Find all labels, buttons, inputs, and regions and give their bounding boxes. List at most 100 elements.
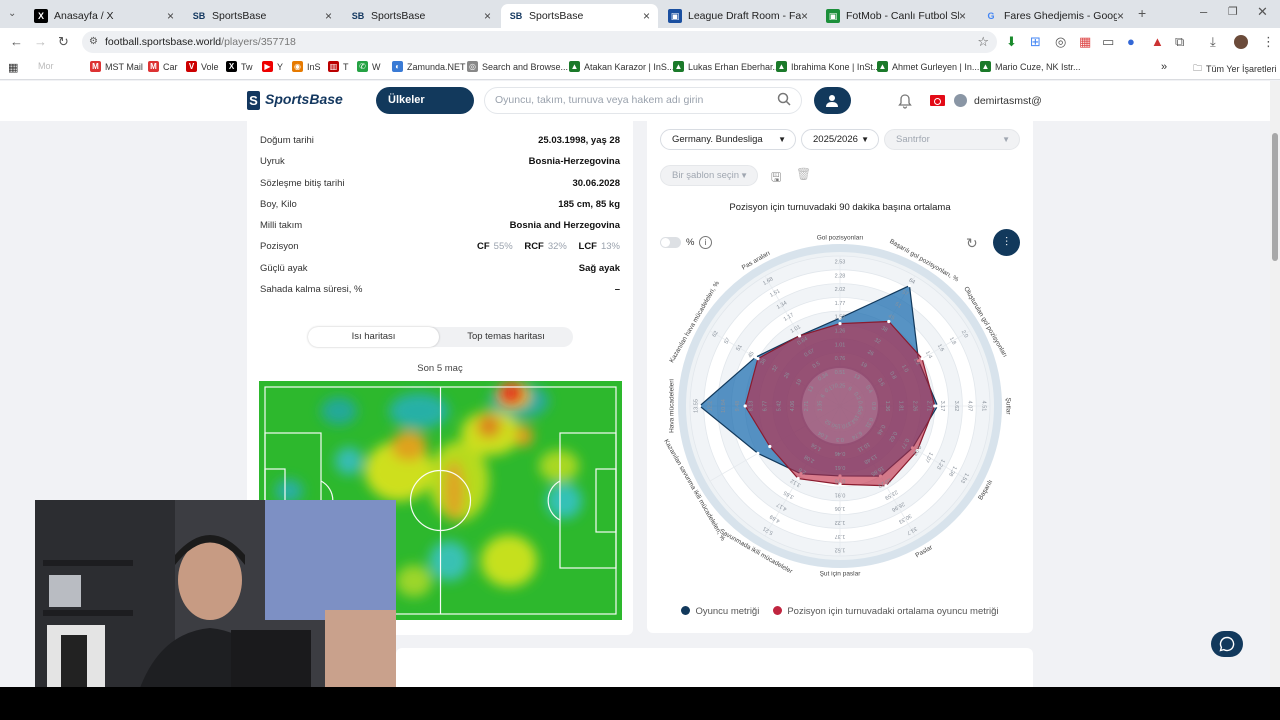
close-icon[interactable]: × xyxy=(1117,9,1124,23)
restore-icon[interactable]: ❐ xyxy=(1228,4,1238,20)
radar-tick-label: 8.13 xyxy=(749,401,755,412)
bookmarks-bar: ▦ Mor M MST Mail M Car V Vole X Tw ▶ Y ◉ InS ▥… xyxy=(0,56,1280,80)
bookmark-item[interactable]: ◉ InS xyxy=(292,61,321,72)
countries-button[interactable]: Ülkeler xyxy=(376,87,474,114)
forward-icon[interactable]: → xyxy=(34,34,47,50)
browser-tab-bar: ⌄ X Anasayfa / X × SB SportsBase × SB Sp… xyxy=(0,0,1280,28)
tab-touch-map[interactable]: Top temas haritası xyxy=(439,327,573,347)
x-logo-icon: X xyxy=(34,9,48,23)
template-select[interactable]: Bir şablon seçin ▼ xyxy=(660,165,758,186)
google-icon: G xyxy=(987,11,995,21)
search-input[interactable]: Oyuncu, takım, turnuva veya hakem adı gi… xyxy=(484,87,802,114)
close-icon[interactable]: × xyxy=(484,9,491,23)
tab-title: FotMob - Canlı Futbol Skorları xyxy=(846,10,959,22)
scrollbar-thumb[interactable] xyxy=(1272,133,1278,261)
bookmark-item[interactable]: ◎ Search and Browse... xyxy=(467,61,568,72)
profile-avatar-icon[interactable] xyxy=(1234,35,1248,49)
chat-button[interactable] xyxy=(1211,631,1243,657)
tab-sportsbase-active[interactable]: SB SportsBase × xyxy=(501,4,658,28)
bookmark-item[interactable]: ▲ Atakan Karazor | InS... xyxy=(569,61,674,72)
bookmark-item[interactable]: ◐ Zamunda.NET xyxy=(392,61,466,72)
reload-icon[interactable]: ↻ xyxy=(58,34,69,50)
new-tab-icon[interactable]: + xyxy=(1138,5,1146,21)
search-icon[interactable] xyxy=(777,92,791,106)
close-icon[interactable]: × xyxy=(801,9,808,23)
close-icon[interactable]: × xyxy=(167,9,174,23)
bookmark-item[interactable]: ▥ T xyxy=(328,61,349,72)
position-select[interactable]: Santrfor ▼ xyxy=(884,129,1020,150)
close-icon[interactable]: × xyxy=(959,9,966,23)
download-arrow-icon[interactable]: ⬇ xyxy=(1006,34,1017,50)
extension-blue-icon[interactable]: ● xyxy=(1127,34,1135,50)
extensions-puzzle-icon[interactable]: ⧉ xyxy=(1175,34,1184,50)
tab-fantrax[interactable]: ▣ League Draft Room - Fantrax × xyxy=(660,4,816,28)
bookmark-item[interactable]: ✆ W xyxy=(357,61,381,72)
info-row-foot: Güçlü ayak Sağ ayak xyxy=(260,262,620,274)
tab-x[interactable]: X Anasayfa / X × xyxy=(26,4,182,28)
bookmark-item[interactable]: V Vole xyxy=(186,61,219,72)
bookmark-item[interactable]: ▲ Ahmet Gurleyen | In... xyxy=(877,61,979,72)
save-icon[interactable]: 🖫 xyxy=(771,168,781,189)
radar-axis-label: Şut için paslar xyxy=(820,571,862,578)
tab-title: League Draft Room - Fantrax xyxy=(688,10,801,22)
page-scrollbar[interactable] xyxy=(1270,81,1280,687)
close-icon[interactable]: × xyxy=(643,9,650,23)
league-select[interactable]: Germany. Bundesliga ▼ xyxy=(660,129,796,150)
bookmark-item[interactable]: ▲ Mario Cuze, NK Istr... xyxy=(980,61,1081,72)
tab-list-icon[interactable]: ⌄ xyxy=(8,6,16,22)
close-icon[interactable]: × xyxy=(325,9,332,23)
address-bar[interactable]: ⚙ football.sportsbase.world/players/3577… xyxy=(82,31,997,53)
radar-tick-label: 1.52 xyxy=(835,547,846,553)
radar-tick-label: 2.53 xyxy=(835,259,846,265)
extension-icon[interactable]: ◎ xyxy=(1055,34,1066,50)
apps-grid-icon[interactable]: ▦ xyxy=(8,61,18,74)
extension-color-icon[interactable]: ▦ xyxy=(1079,34,1091,50)
tab-google[interactable]: G Fares Ghedjemis - Google'da A × xyxy=(976,4,1132,28)
radar-tick-label: 2.71 xyxy=(925,401,931,412)
username[interactable]: demirtasmst@ xyxy=(974,95,1042,107)
info-row-height-weight: Boy, Kilo 185 cm, 85 kg xyxy=(260,198,620,210)
user-avatar-icon[interactable] xyxy=(954,94,967,107)
radar-tick-label: 0.46 xyxy=(835,450,846,456)
radar-point-average xyxy=(920,357,924,361)
radar-center-glow xyxy=(802,368,878,444)
bookmark-item[interactable]: M Car xyxy=(148,61,178,72)
extension-red-icon[interactable]: ▲ xyxy=(1151,34,1164,50)
more-bookmarks-icon[interactable]: » xyxy=(1161,61,1167,73)
tab-title: Fares Ghedjemis - Google'da A xyxy=(1004,10,1117,22)
radar-tick-label: 10.84 xyxy=(721,399,727,413)
chat-bubble-icon xyxy=(1219,636,1235,652)
search-placeholder: Oyuncu, takım, turnuva veya hakem adı gi… xyxy=(495,94,704,106)
url-path: /players/357718 xyxy=(221,36,296,48)
player-search-button[interactable] xyxy=(814,87,851,114)
extension-battery-icon[interactable]: ▭ xyxy=(1102,34,1114,50)
site-info-icon[interactable]: ⚙ xyxy=(89,31,98,53)
downloads-icon[interactable]: ⤓ xyxy=(1210,34,1216,50)
bookmark-item[interactable]: M MST Mail xyxy=(90,61,143,72)
tab-heatmap[interactable]: Isı haritası xyxy=(308,327,439,347)
bookmark-item[interactable]: ▶ Y xyxy=(262,61,283,72)
delete-icon[interactable]: 🗑 xyxy=(796,167,811,181)
bookmark-item[interactable]: ▲ Ibrahima Kone | InSt... xyxy=(776,61,880,72)
bookmark-star-icon[interactable]: ☆ xyxy=(977,31,989,53)
back-icon[interactable]: ← xyxy=(10,34,23,50)
minimize-icon[interactable]: – xyxy=(1200,4,1207,20)
bookmark-item[interactable]: X Tw xyxy=(226,61,253,72)
tab-sportsbase-1[interactable]: SB SportsBase × xyxy=(184,4,340,28)
tab-sportsbase-2[interactable]: SB SportsBase × xyxy=(343,4,499,28)
sportsbase-favicon-icon: SB xyxy=(351,11,365,21)
season-select[interactable]: 2025/2026 ▼ xyxy=(801,129,879,150)
radar-tick-label: 0.76 xyxy=(835,478,846,484)
turkey-flag-icon[interactable] xyxy=(930,95,945,106)
menu-kebab-icon[interactable]: ⋮ xyxy=(1262,34,1275,50)
notification-bell-icon[interactable] xyxy=(897,93,913,109)
all-bookmarks-folder[interactable]: 🗀 Tüm Yer İşaretleri xyxy=(1193,61,1277,77)
tab-fotmob[interactable]: ▣ FotMob - Canlı Futbol Skorları × xyxy=(818,4,974,28)
translate-icon[interactable]: ⊞ xyxy=(1030,34,1041,50)
close-window-icon[interactable]: ✕ xyxy=(1257,4,1268,20)
legend-player-swatch xyxy=(681,606,691,615)
radar-tick-label: 1.06 xyxy=(835,505,846,511)
bookmark-item[interactable]: Mor xyxy=(38,61,54,71)
sportsbase-logo[interactable]: S SportsBase xyxy=(247,91,343,110)
bookmark-item[interactable]: ▲ Lukas Erhan Eberhar... xyxy=(673,61,780,72)
